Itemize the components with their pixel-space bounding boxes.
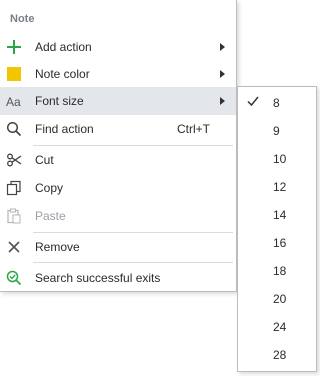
- menu-item-label: Remove: [35, 240, 80, 254]
- font-size-icon: Aa: [6, 95, 21, 109]
- font-size-option-label: 9: [273, 124, 280, 138]
- submenu-arrow-icon: [220, 43, 225, 51]
- menu-item-label: Paste: [35, 209, 66, 223]
- font-size-submenu: 8 9 10 12 14 16 18 20 24 28: [237, 86, 317, 372]
- menu-item-label: Font size: [35, 94, 84, 108]
- font-size-option[interactable]: 10: [238, 144, 316, 172]
- font-size-option-label: 20: [273, 292, 287, 306]
- menu-item-label: Copy: [35, 181, 64, 195]
- menu-item-add-action[interactable]: Add action: [0, 33, 236, 61]
- font-size-option-label: 24: [273, 320, 287, 334]
- font-size-option-label: 8: [273, 96, 280, 110]
- font-size-option[interactable]: 18: [238, 256, 316, 284]
- menu-item-label: Find action: [35, 122, 94, 136]
- copy-icon: [6, 180, 21, 196]
- menu-separator: [33, 262, 233, 263]
- font-size-option[interactable]: 14: [238, 200, 316, 228]
- font-size-option[interactable]: 12: [238, 172, 316, 200]
- menu-item-remove[interactable]: Remove: [0, 233, 236, 261]
- paste-icon: [7, 208, 21, 224]
- svg-text:Aa: Aa: [6, 95, 21, 109]
- font-size-option[interactable]: 20: [238, 284, 316, 312]
- plus-icon: [7, 40, 21, 54]
- checkmark-icon: [247, 96, 259, 107]
- context-menu: Note Add action Note color Aa Font size …: [0, 0, 237, 292]
- font-size-option[interactable]: 8: [238, 88, 316, 116]
- font-size-option-label: 18: [273, 264, 287, 278]
- font-size-option-label: 16: [273, 236, 287, 250]
- menu-item-copy[interactable]: Copy: [0, 174, 236, 202]
- menu-item-cut[interactable]: Cut: [0, 146, 236, 174]
- font-size-option[interactable]: 9: [238, 116, 316, 144]
- menu-item-font-size[interactable]: Aa Font size: [0, 87, 236, 115]
- menu-item-search-successful-exits[interactable]: Search successful exits: [0, 264, 236, 292]
- menu-item-label: Cut: [35, 153, 54, 167]
- color-swatch-icon: [7, 67, 21, 81]
- menu-item-label: Note color: [35, 67, 90, 81]
- submenu-arrow-icon: [220, 97, 225, 105]
- shortcut-text: Ctrl+T: [177, 122, 210, 136]
- font-size-option-label: 28: [273, 348, 287, 362]
- font-size-option-label: 10: [273, 152, 287, 166]
- menu-item-find-action[interactable]: Find action Ctrl+T: [0, 115, 236, 143]
- menu-item-label: Search successful exits: [35, 271, 161, 285]
- font-size-option[interactable]: 24: [238, 312, 316, 340]
- font-size-option-label: 14: [273, 208, 287, 222]
- font-size-option-label: 12: [273, 180, 287, 194]
- scissors-icon: [7, 153, 22, 167]
- font-size-option[interactable]: 16: [238, 228, 316, 256]
- menu-item-note-color[interactable]: Note color: [0, 60, 236, 88]
- menu-item-label: Add action: [35, 40, 92, 54]
- menu-header: Note: [10, 13, 35, 25]
- close-icon: [8, 241, 20, 253]
- font-size-option[interactable]: 28: [238, 340, 316, 368]
- menu-item-paste[interactable]: Paste: [0, 202, 236, 230]
- search-check-icon: [6, 270, 22, 286]
- search-icon: [6, 121, 22, 137]
- submenu-arrow-icon: [220, 70, 225, 78]
